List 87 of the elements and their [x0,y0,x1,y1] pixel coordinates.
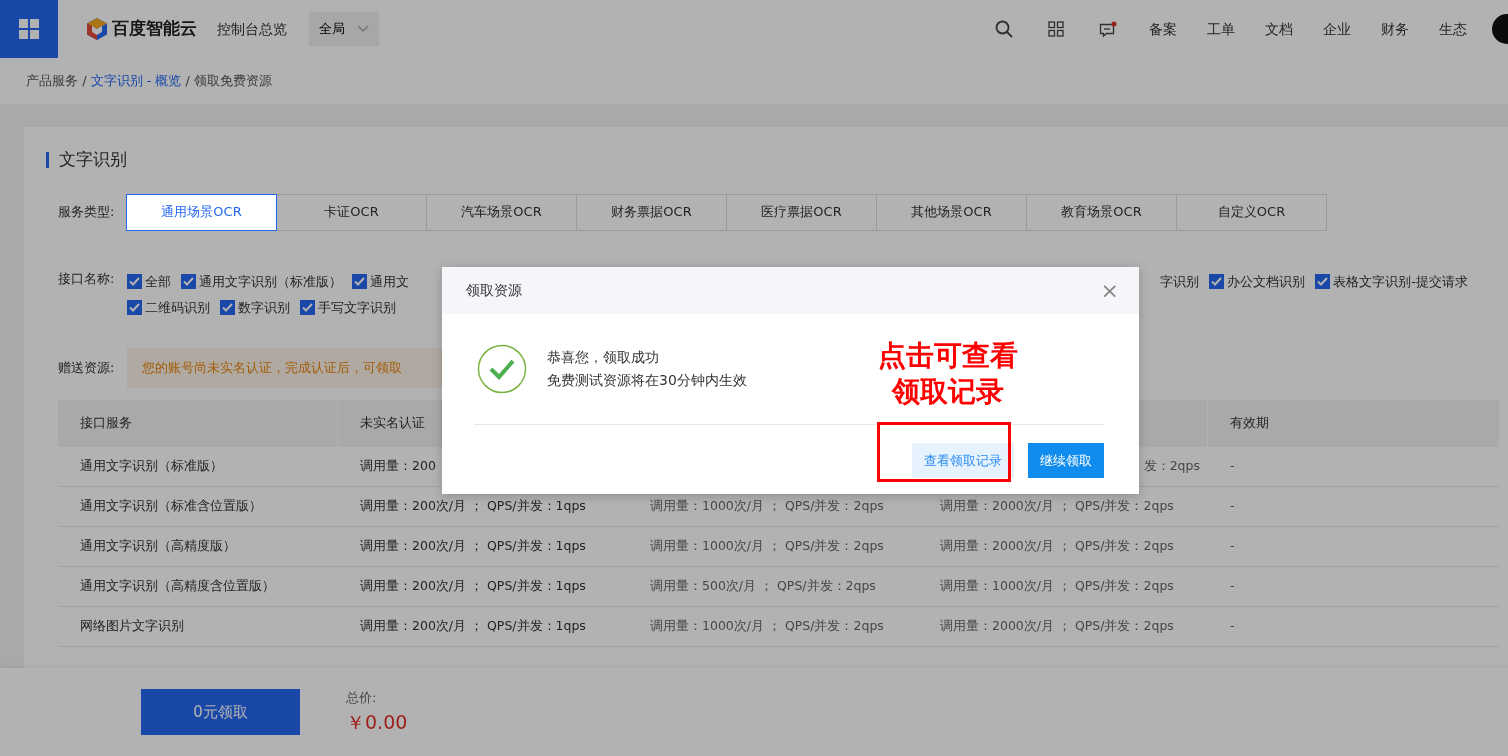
message-icon[interactable] [1099,20,1117,38]
service-type-tab[interactable]: 财务票据OCR [576,193,727,231]
breadcrumb-text: 产品服务 / [26,72,87,91]
column-header: 有效期 [1230,413,1269,432]
apps-menu-button[interactable] [0,0,58,58]
chevron-down-icon [357,25,369,33]
search-icon[interactable] [995,20,1013,38]
grid-icon [19,19,39,39]
section-title: 文字识别 [59,148,127,171]
breadcrumb-text: / 领取免费资源 [185,72,272,91]
table-cell: - [1230,497,1235,513]
continue-button[interactable]: 继续领取 [1028,443,1104,478]
table-cell: 调用量：1000次/月 ； QPS/并发：2qps [940,577,1174,593]
table-cell: - [1230,577,1235,593]
service-type-tab[interactable]: 自定义OCR [1176,193,1327,231]
annotation-text: 领取记录 [890,374,1005,410]
table-cell: 调用量：200次/月 ； QPS/并发：1qps [360,497,586,513]
checkbox-label: 手写文字识别 [318,298,396,317]
annotation-text: 点击可查看 [877,338,1019,374]
table-cell: 调用量：1000次/月 ； QPS/并发：2qps [650,537,884,553]
table-cell: 调用量：200次/月 ； QPS/并发：1qps [360,537,586,553]
table-cell: 调用量：2000次/月 ； QPS/并发：2qps [940,497,1174,513]
dialog-title: 领取资源 [466,281,522,300]
checkbox[interactable] [127,300,142,315]
checkbox-label: 数字识别 [238,298,290,317]
nav-link[interactable]: 文档 [1250,18,1308,40]
checkbox[interactable] [352,274,367,289]
nav-link[interactable]: 财务 [1366,18,1424,40]
checkbox[interactable] [1209,274,1225,289]
table-cell: 通用文字识别（标准含位置版） [80,497,262,513]
service-type-tab[interactable]: 通用场景OCR [126,193,277,231]
field-label: 接口名称: [58,269,116,288]
nav-link[interactable]: 生态 [1424,18,1482,40]
table-cell: 调用量：1000次/月 ； QPS/并发：2qps [650,497,884,513]
checkbox-label: 办公文档识别 [1227,272,1306,291]
success-detail: 免费测试资源将在30分钟内生效 [547,371,747,390]
table-cell: 调用量：2000次/月 ； QPS/并发：2qps [940,617,1174,633]
checkbox[interactable] [220,300,235,315]
region-select[interactable]: 全局 [309,12,379,46]
nav-link[interactable]: 工单 [1192,18,1250,40]
section-title-bar [46,151,49,168]
claim-button[interactable]: 0元领取 [141,689,300,735]
table-cell: 调用量：2000次/月 ； QPS/并发：2qps [940,537,1174,553]
checkbox[interactable] [300,300,315,315]
table-cell: 调用量：200 [360,457,436,473]
console-link[interactable]: 控制台总览 [217,18,287,40]
table-cell: 调用量：200次/月 ； QPS/并发：1qps [360,577,586,593]
checkbox[interactable] [127,274,142,289]
table-cell: 调用量：1000次/月 ； QPS/并发：2qps [650,617,884,633]
checkbox-label: 通用文字识别（标准版） [199,272,342,291]
logo-text: 百度智能云 [112,17,197,41]
cube-logo-icon [86,17,108,41]
breadcrumb-link[interactable]: 文字识别 - 概览 [90,71,182,91]
table-cell: 调用量：500次/月 ； QPS/并发：2qps [650,577,876,593]
checkbox-label: 字识别 [1160,272,1200,291]
success-message: 恭喜您，领取成功 [547,348,660,367]
checkbox-label: 全部 [145,272,171,291]
table-cell: 网络图片文字识别 [80,617,184,633]
total-price: ￥0.00 [346,709,408,735]
checkbox-label: 通用文 [370,272,409,291]
table-cell: 发：2qps [1143,457,1200,473]
notice-text: 您的账号尚未实名认证，完成认证后，可领取 [142,358,402,377]
check-circle-icon [477,344,527,394]
apps-grid-icon[interactable] [1048,21,1064,37]
table-cell: 通用文字识别（标准版） [80,457,223,473]
table-cell: 调用量：200次/月 ； QPS/并发：1qps [360,617,586,633]
table-cell: - [1230,617,1235,633]
service-type-tab[interactable]: 卡证OCR [276,193,427,231]
checkbox-label: 表格文字识别-提交请求 [1333,272,1468,291]
field-label: 服务类型: [58,203,116,222]
total-label: 总价: [346,689,378,707]
service-type-tab[interactable]: 医疗票据OCR [726,193,877,231]
service-type-tab[interactable]: 教育场景OCR [1026,193,1177,231]
column-header: 未实名认证 [360,413,425,432]
column-header: 接口服务 [80,413,132,432]
nav-link[interactable]: 企业 [1308,18,1366,40]
table-cell: - [1230,457,1235,473]
table-cell: 通用文字识别（高精度含位置版） [80,577,275,593]
checkbox-label: 二维码识别 [145,298,210,317]
checkbox[interactable] [1315,274,1331,289]
table-cell: 通用文字识别（高精度版） [80,537,236,553]
checkbox[interactable] [181,274,196,289]
table-cell: - [1230,537,1235,553]
field-label: 赠送资源: [58,358,116,377]
service-type-tab[interactable]: 其他场景OCR [876,193,1027,231]
nav-link[interactable]: 备案 [1134,18,1192,40]
service-type-tab[interactable]: 汽车场景OCR [426,193,577,231]
